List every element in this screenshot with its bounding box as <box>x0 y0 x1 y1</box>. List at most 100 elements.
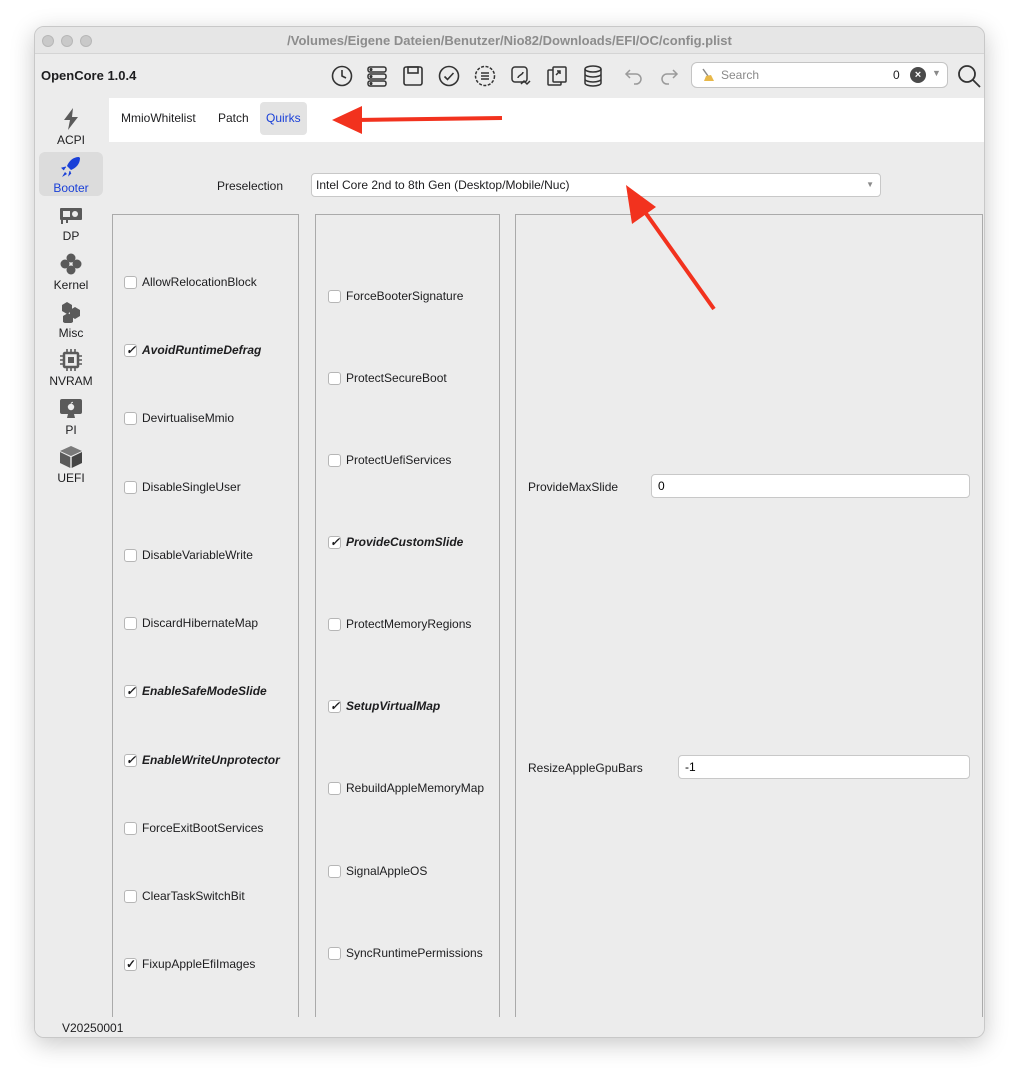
redo-icon[interactable] <box>655 62 683 90</box>
quirks-panel-left: AllowRelocationBlock AvoidRuntimeDefrag … <box>112 214 299 1037</box>
preselection-select[interactable]: Intel Core 2nd to 8th Gen (Desktop/Mobil… <box>311 173 881 197</box>
checkbox[interactable] <box>328 946 341 960</box>
database-icon[interactable] <box>579 62 607 90</box>
hexagons-icon <box>62 302 80 323</box>
quirk-setupvirtualmap[interactable]: SetupVirtualMap <box>328 698 440 714</box>
preselection-label: Preselection <box>216 179 283 193</box>
quirk-signalappleos[interactable]: SignalAppleOS <box>328 863 427 879</box>
tab-patch[interactable]: Patch <box>212 102 255 135</box>
list-circle-icon[interactable] <box>471 62 499 90</box>
quirk-disablesingleuser[interactable]: DisableSingleUser <box>124 479 241 495</box>
checkbox[interactable] <box>124 616 137 630</box>
checkbox[interactable] <box>328 617 341 631</box>
search-result-count: 0 <box>893 68 900 82</box>
sidebar-item-label: ACPI <box>56 133 85 147</box>
sidebar-item-label: NVRAM <box>49 374 93 388</box>
toolbar: OpenCore 1.0.4 Search 0 × ▼ <box>35 54 984 98</box>
rocket-icon <box>61 157 80 177</box>
checkmark-circle-icon[interactable] <box>435 62 463 90</box>
sidebar-item-label: DP <box>62 229 80 243</box>
resize-apple-gpu-bars-label: ResizeAppleGpuBars <box>528 761 643 775</box>
search-field[interactable]: 0 × ▼ <box>691 62 948 88</box>
checkbox[interactable] <box>124 821 137 835</box>
resize-apple-gpu-bars-input[interactable] <box>678 755 970 779</box>
checkbox[interactable] <box>328 781 341 795</box>
sidebar-item-acpi[interactable]: ACPI <box>39 104 103 148</box>
tab-quirks[interactable]: Quirks <box>260 102 307 135</box>
quirk-allowrelocationblock[interactable]: AllowRelocationBlock <box>124 274 257 290</box>
sidebar-item-booter[interactable]: Booter <box>39 152 103 196</box>
sidebar: ACPI Booter DP Kernel Misc NVRAM PI UEFI <box>35 98 109 1017</box>
quirk-fixupappleefiimages[interactable]: FixupAppleEfiImages <box>124 956 255 972</box>
checkbox[interactable] <box>328 453 341 467</box>
window-title: /Volumes/Eigene Dateien/Benutzer/Nio82/D… <box>287 33 732 48</box>
checkbox[interactable] <box>124 957 137 971</box>
title-bar: /Volumes/Eigene Dateien/Benutzer/Nio82/D… <box>35 27 984 54</box>
quirk-devirtualisemmio[interactable]: DevirtualiseMmio <box>124 410 234 426</box>
quirk-providecustomslide[interactable]: ProvideCustomSlide <box>328 534 463 550</box>
checkbox[interactable] <box>328 699 341 713</box>
apple-monitor-icon <box>60 399 82 418</box>
checkbox[interactable] <box>124 889 137 903</box>
share-icon[interactable] <box>543 62 571 90</box>
clear-search-icon[interactable]: × <box>910 67 926 83</box>
checkbox[interactable] <box>124 411 137 425</box>
sidebar-item-label: PI <box>65 423 77 437</box>
quirk-cleartaskswitchbit[interactable]: ClearTaskSwitchBit <box>124 888 245 904</box>
sidebar-item-kernel[interactable]: Kernel <box>39 249 103 293</box>
checkbox[interactable] <box>328 289 341 303</box>
sidebar-item-label: UEFI <box>57 471 85 485</box>
quirk-protectmemoryregions[interactable]: ProtectMemoryRegions <box>328 616 471 632</box>
tab-mmiowhitelist[interactable]: MmioWhitelist <box>115 102 202 135</box>
quirk-rebuildapplememorymap[interactable]: RebuildAppleMemoryMap <box>328 780 484 796</box>
search-input[interactable] <box>721 66 871 84</box>
provide-max-slide-input[interactable] <box>651 474 970 498</box>
quirk-disablevariablewrite[interactable]: DisableVariableWrite <box>124 547 253 563</box>
sidebar-item-label: Booter <box>53 181 89 195</box>
checkbox[interactable] <box>124 480 137 494</box>
checkbox[interactable] <box>328 535 341 549</box>
sidebar-item-dp[interactable]: DP <box>39 200 103 244</box>
checkbox[interactable] <box>124 684 137 698</box>
quirk-discardhibernatemap[interactable]: DiscardHibernateMap <box>124 615 258 631</box>
quirk-syncruntimepermissions[interactable]: SyncRuntimePermissions <box>328 945 483 961</box>
sidebar-item-pi[interactable]: PI <box>39 394 103 438</box>
quirk-protectuefiservices[interactable]: ProtectUefiServices <box>328 452 451 468</box>
sidebar-item-label: Misc <box>58 326 84 340</box>
preselection-value: Intel Core 2nd to 8th Gen (Desktop/Mobil… <box>316 178 570 192</box>
provide-max-slide-label: ProvideMaxSlide <box>528 480 619 494</box>
kernel-icon <box>60 253 82 275</box>
sidebar-item-nvram[interactable]: NVRAM <box>39 345 103 389</box>
sidebar-item-uefi[interactable]: UEFI <box>39 442 103 486</box>
gpu-card-icon <box>60 208 82 224</box>
search-icon[interactable] <box>955 62 983 90</box>
quirks-panel-middle: ForceBooterSignature ProtectSecureBoot P… <box>315 214 500 1037</box>
quirk-forceexitbootservices[interactable]: ForceExitBootServices <box>124 820 263 836</box>
bolt-icon <box>64 108 78 130</box>
quirk-enablewriteunprotector[interactable]: EnableWriteUnprotector <box>124 752 280 768</box>
chevron-down-icon[interactable]: ▼ <box>932 68 941 78</box>
checkbox[interactable] <box>124 753 137 767</box>
undo-icon[interactable] <box>620 62 648 90</box>
quirk-protectsecureboot[interactable]: ProtectSecureBoot <box>328 370 447 386</box>
save-icon[interactable] <box>399 62 427 90</box>
cube-icon <box>60 446 82 468</box>
checkbox[interactable] <box>328 371 341 385</box>
quirks-panel-right: ProvideMaxSlide ResizeAppleGpuBars <box>515 214 983 1037</box>
app-window: /Volumes/Eigene Dateien/Benutzer/Nio82/D… <box>34 26 985 1038</box>
patch-icon[interactable] <box>507 62 535 90</box>
list-icon[interactable] <box>363 62 391 90</box>
main-content: MmioWhitelist Patch Quirks Preselection … <box>109 98 984 1037</box>
quirk-enablesafemodeslide[interactable]: EnableSafeModeSlide <box>124 683 267 699</box>
quirk-avoidruntimedefrag[interactable]: AvoidRuntimeDefrag <box>124 342 261 358</box>
broom-icon <box>702 68 714 81</box>
quirk-forcebootersignature[interactable]: ForceBooterSignature <box>328 288 463 304</box>
checkbox[interactable] <box>328 864 341 878</box>
checkbox[interactable] <box>124 343 137 357</box>
checkbox[interactable] <box>124 275 137 289</box>
clock-icon[interactable] <box>328 62 356 90</box>
sidebar-item-misc[interactable]: Misc <box>39 297 103 341</box>
sidebar-item-label: Kernel <box>53 278 89 292</box>
checkbox[interactable] <box>124 548 137 562</box>
chip-icon <box>60 349 82 371</box>
